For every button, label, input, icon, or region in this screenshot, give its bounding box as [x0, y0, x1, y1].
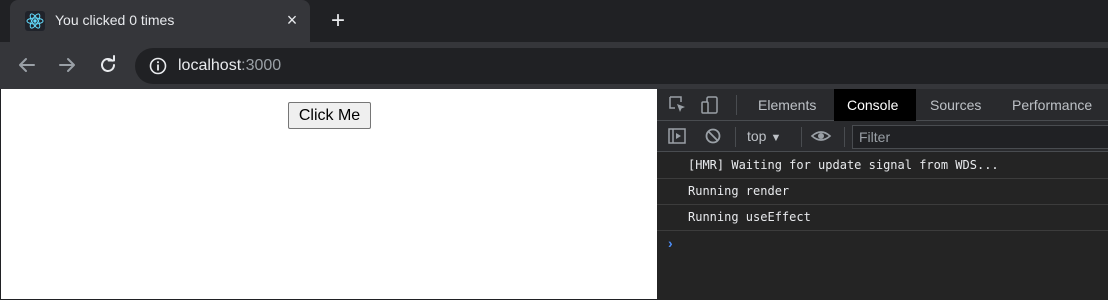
back-button[interactable] [14, 52, 40, 78]
devtools-tab-bar: Elements Console Sources Performance [657, 89, 1108, 121]
back-arrow-icon [19, 58, 35, 72]
tab-sources[interactable]: Sources [917, 89, 994, 121]
tab-console[interactable]: Console [834, 89, 916, 121]
tab-title: You clicked 0 times [55, 12, 175, 28]
url-text: localhost:3000 [178, 57, 281, 75]
react-logo-icon [25, 11, 45, 31]
context-selector[interactable]: top ▼ [747, 128, 781, 144]
clear-console-icon[interactable] [702, 125, 724, 147]
console-log-list: [HMR] Waiting for update signal from WDS… [657, 153, 1108, 231]
reload-button[interactable] [95, 52, 121, 78]
tab-elements[interactable]: Elements [745, 89, 829, 121]
inspect-element-icon[interactable] [667, 94, 689, 116]
click-me-button[interactable]: Click Me [288, 102, 371, 129]
forward-arrow-icon [59, 58, 75, 72]
live-expression-eye-icon[interactable] [810, 125, 832, 147]
address-bar[interactable]: localhost:3000 [135, 48, 1108, 84]
info-icon[interactable] [148, 56, 168, 76]
new-tab-button[interactable]: + [326, 9, 350, 33]
close-tab-icon[interactable]: × [282, 10, 302, 30]
console-filter-input[interactable]: Filter [852, 125, 1108, 149]
tab-strip: You clicked 0 times × + [0, 0, 1108, 42]
page-viewport: Click Me [0, 89, 657, 300]
console-message: [HMR] Waiting for update signal from WDS… [657, 153, 1108, 179]
devtools-panel: Elements Console Sources Performance top… [657, 89, 1108, 300]
console-prompt[interactable]: › [668, 235, 673, 251]
context-label: top [747, 128, 767, 144]
console-message: Running useEffect [657, 205, 1108, 231]
forward-button[interactable] [54, 52, 80, 78]
url-host: localhost [178, 57, 242, 74]
console-message: Running render [657, 179, 1108, 205]
tab-performance[interactable]: Performance [999, 89, 1105, 121]
browser-tab[interactable]: You clicked 0 times × [10, 0, 310, 42]
toolbar-divider [735, 127, 736, 147]
sidebar-toggle-icon[interactable] [666, 125, 688, 147]
toolbar-divider [801, 127, 802, 147]
device-toolbar-icon[interactable] [699, 94, 721, 116]
dropdown-arrow-icon: ▼ [770, 132, 782, 144]
toolbar-divider [736, 95, 737, 115]
url-port: :3000 [241, 57, 282, 74]
console-toolbar: top ▼ Filter [657, 121, 1108, 152]
browser-toolbar: localhost:3000 [0, 42, 1108, 89]
toolbar-divider [844, 127, 845, 147]
reload-icon [101, 55, 115, 72]
